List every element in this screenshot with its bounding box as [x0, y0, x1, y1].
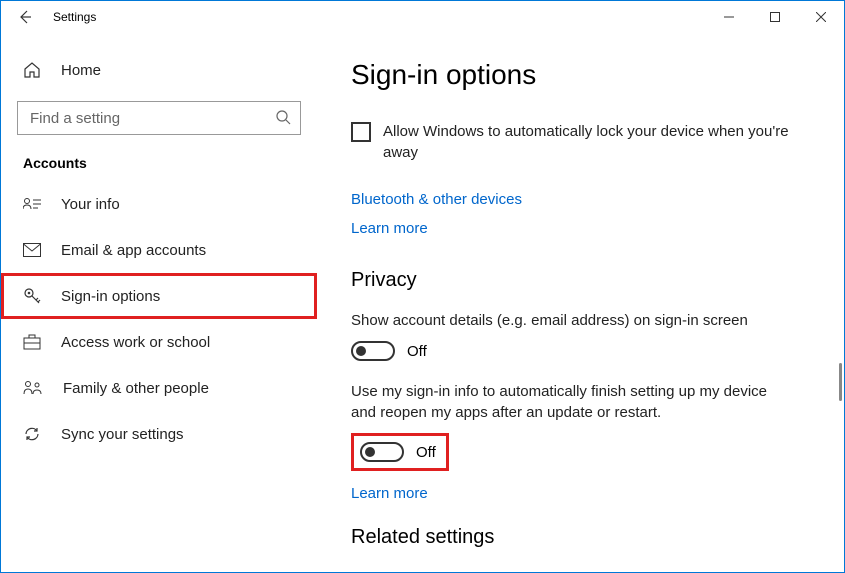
privacy-heading: Privacy: [351, 269, 816, 292]
people-icon: [23, 380, 43, 396]
search-icon: [275, 109, 291, 125]
autolock-checkbox-row[interactable]: Allow Windows to automatically lock your…: [351, 121, 816, 163]
toggle-state: Off: [416, 444, 436, 461]
privacy-setting1-desc: Show account details (e.g. email address…: [351, 310, 791, 331]
sidebar-item-work-school[interactable]: Access work or school: [1, 319, 317, 365]
home-icon: [23, 61, 41, 79]
link-learn-more[interactable]: Learn more: [351, 220, 816, 237]
scrollbar-thumb[interactable]: [839, 363, 842, 401]
window-title: Settings: [53, 10, 96, 24]
related-heading: Related settings: [351, 526, 816, 549]
sidebar: Home Accounts Your info Email & app acco…: [1, 33, 317, 572]
search-input[interactable]: [17, 101, 301, 135]
key-icon: [23, 287, 41, 305]
sidebar-item-home[interactable]: Home: [1, 49, 317, 91]
sidebar-item-sign-in-options[interactable]: Sign-in options: [1, 273, 317, 319]
sidebar-item-label: Access work or school: [61, 334, 210, 351]
person-card-icon: [23, 196, 41, 212]
sidebar-item-sync[interactable]: Sync your settings: [1, 411, 317, 457]
autolock-label: Allow Windows to automatically lock your…: [383, 121, 816, 163]
toggle-switch[interactable]: [360, 442, 404, 462]
sidebar-item-your-info[interactable]: Your info: [1, 181, 317, 227]
back-button[interactable]: [1, 1, 49, 33]
toggle-switch[interactable]: [351, 341, 395, 361]
content-pane: Sign-in options Allow Windows to automat…: [317, 33, 844, 572]
link-bluetooth[interactable]: Bluetooth & other devices: [351, 191, 816, 208]
sidebar-item-label: Email & app accounts: [61, 242, 206, 259]
toggle-state: Off: [407, 343, 427, 360]
page-title: Sign-in options: [351, 59, 816, 91]
minimize-button[interactable]: [706, 1, 752, 33]
sidebar-item-family[interactable]: Family & other people: [1, 365, 317, 411]
maximize-button[interactable]: [752, 1, 798, 33]
sidebar-item-email[interactable]: Email & app accounts: [1, 227, 317, 273]
close-button[interactable]: [798, 1, 844, 33]
sidebar-item-label: Sign-in options: [61, 288, 160, 305]
privacy-setting2-desc: Use my sign-in info to automatically fin…: [351, 381, 791, 423]
home-label: Home: [61, 62, 101, 79]
sidebar-section-title: Accounts: [1, 135, 317, 181]
sidebar-item-label: Family & other people: [63, 380, 209, 397]
mail-icon: [23, 243, 41, 257]
sidebar-item-label: Sync your settings: [61, 426, 184, 443]
briefcase-icon: [23, 334, 41, 350]
link-learn-more-2[interactable]: Learn more: [351, 485, 816, 502]
privacy-toggle1-row[interactable]: Off: [351, 341, 816, 361]
sync-icon: [23, 425, 41, 443]
checkbox-box[interactable]: [351, 122, 371, 142]
privacy-toggle2-highlight: Off: [351, 433, 449, 471]
sidebar-item-label: Your info: [61, 196, 120, 213]
